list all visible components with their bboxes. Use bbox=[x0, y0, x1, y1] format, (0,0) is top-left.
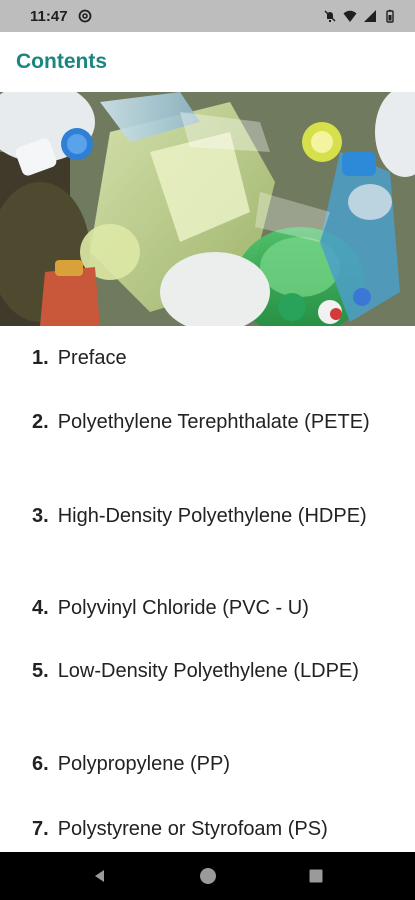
home-button[interactable] bbox=[197, 865, 219, 887]
list-item-preface[interactable]: 1. Preface bbox=[32, 343, 392, 373]
list-item-pete[interactable]: 2. Polyethylene Terephthalate (PETE) bbox=[32, 407, 392, 437]
item-number: 7. bbox=[32, 818, 49, 840]
hero-image bbox=[0, 92, 415, 326]
notifications-off-icon bbox=[324, 10, 336, 22]
back-button[interactable] bbox=[89, 865, 111, 887]
status-time: 11:47 bbox=[30, 7, 68, 25]
item-label: High-Density Polyethylene (HDPE) bbox=[57, 505, 367, 527]
home-icon bbox=[199, 868, 216, 884]
list-item-ps[interactable]: 7. Polystyrene or Styrofoam (PS) bbox=[32, 814, 392, 844]
list-item-hdpe[interactable]: 3. High-Density Polyethylene (HDPE) bbox=[32, 501, 392, 531]
item-number: 1. bbox=[32, 347, 49, 369]
wifi-icon bbox=[343, 10, 357, 22]
page-title: Contents bbox=[16, 50, 107, 73]
list-item-pvc[interactable]: 4. Polyvinyl Chloride (PVC - U) bbox=[32, 593, 392, 623]
plastic-waste-illustration bbox=[0, 92, 415, 326]
app-bar: Contents bbox=[0, 32, 415, 92]
item-label: Polypropylene (PP) bbox=[57, 753, 230, 775]
status-left: 11:47 bbox=[30, 8, 92, 25]
item-label: Preface bbox=[57, 347, 127, 369]
item-label: Low-Density Polyethylene (LDPE) bbox=[57, 660, 359, 682]
status-bar: 11:47 bbox=[0, 0, 415, 32]
contents-list: 1. Preface 2. Polyethylene Terephthalate (… bbox=[0, 326, 415, 852]
status-right bbox=[323, 9, 397, 23]
recents-icon bbox=[309, 869, 322, 883]
at-sign-icon bbox=[78, 9, 91, 23]
list-item-pp[interactable]: 6. Polypropylene (PP) bbox=[32, 749, 392, 779]
item-number: 4. bbox=[32, 597, 49, 619]
item-number: 3. bbox=[32, 505, 49, 527]
battery-icon bbox=[386, 9, 394, 23]
item-label: Polyethylene Terephthalate (PETE) bbox=[57, 411, 370, 433]
item-label: Polyvinyl Chloride (PVC - U) bbox=[57, 597, 309, 619]
list-item-ldpe[interactable]: 5. Low-Density Polyethylene (LDPE) bbox=[32, 656, 392, 686]
signal-icon bbox=[364, 10, 376, 22]
system-nav-bar bbox=[0, 852, 415, 900]
back-icon bbox=[94, 870, 104, 882]
item-label: Polystyrene or Styrofoam (PS) bbox=[57, 818, 328, 840]
item-number: 6. bbox=[32, 753, 49, 775]
recents-button[interactable] bbox=[305, 865, 327, 887]
item-number: 5. bbox=[32, 660, 49, 682]
item-number: 2. bbox=[32, 411, 49, 433]
